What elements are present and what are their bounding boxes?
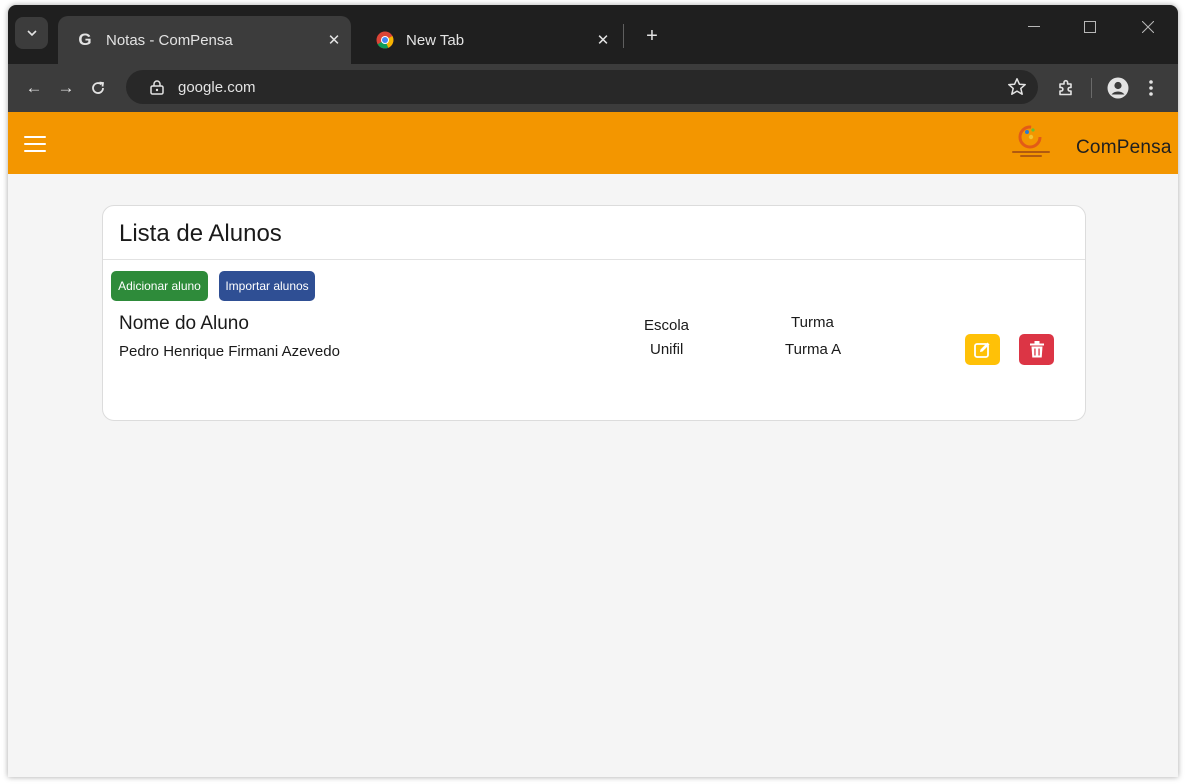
toolbar-divider <box>1091 78 1092 98</box>
card-title: Lista de Alunos <box>119 220 282 247</box>
tab-search-button[interactable] <box>15 17 48 49</box>
edit-student-button[interactable] <box>965 334 1000 365</box>
computacao-unifil-logo <box>1012 125 1050 157</box>
profile-button[interactable] <box>1106 76 1130 100</box>
address-bar[interactable]: google.com <box>126 70 1038 104</box>
forward-button[interactable]: → <box>54 76 78 100</box>
close-tab-icon[interactable]: ✕ <box>325 31 343 49</box>
browser-toolbar: ← → google.com <box>8 64 1178 112</box>
google-g-icon: G <box>78 30 92 49</box>
app-header: ComPensa <box>8 112 1178 174</box>
edit-icon <box>974 342 990 358</box>
add-student-button[interactable]: Adicionar aluno <box>111 271 208 301</box>
tab-strip: G Notas - ComPensa ✕ New Tab ✕ + <box>8 5 1178 64</box>
reload-button[interactable] <box>86 76 110 100</box>
more-vertical-icon <box>1149 80 1153 96</box>
maximize-button[interactable] <box>1072 13 1108 41</box>
trash-icon <box>1029 341 1044 358</box>
site-info-icon[interactable] <box>148 78 166 96</box>
plus-icon: + <box>646 24 658 47</box>
minimize-button[interactable] <box>1016 13 1052 41</box>
card-divider <box>103 259 1085 260</box>
student-class: Turma A <box>785 341 842 358</box>
tab-new-tab[interactable]: New Tab ✕ <box>358 16 620 64</box>
column-header-name: Nome do Aluno <box>119 313 249 334</box>
close-tab-icon[interactable]: ✕ <box>594 31 612 49</box>
students-card: Lista de Alunos Adicionar aluno Importar… <box>102 205 1086 421</box>
new-tab-button[interactable]: + <box>641 25 663 47</box>
chrome-icon <box>376 31 394 49</box>
extensions-button[interactable] <box>1054 76 1078 100</box>
puzzle-icon <box>1059 79 1072 96</box>
hamburger-menu-icon[interactable] <box>24 136 48 152</box>
url-text: google.com <box>178 78 256 96</box>
close-window-button[interactable] <box>1130 13 1166 41</box>
bookmark-star-icon[interactable] <box>1006 76 1028 98</box>
tab-separator <box>623 24 624 48</box>
reload-icon <box>92 81 105 94</box>
maximize-icon <box>1084 21 1096 33</box>
tab-title: Notas - ComPensa <box>106 31 233 49</box>
student-name: Pedro Henrique Firmani Azevedo <box>119 343 340 360</box>
delete-student-button[interactable] <box>1019 334 1054 365</box>
back-button[interactable]: ← <box>22 76 46 100</box>
arrow-left-icon: ← <box>25 78 43 97</box>
browser-window: G Notas - ComPensa ✕ New Tab ✕ + ← → goo… <box>8 5 1178 777</box>
minimize-icon <box>1028 26 1040 27</box>
chevron-down-icon <box>26 30 37 36</box>
student-school: Unifil <box>650 341 684 358</box>
column-header-school: Escola <box>644 317 690 334</box>
brand-name: ComPensa <box>1076 137 1172 158</box>
menu-button[interactable] <box>1139 76 1163 100</box>
tab-title: New Tab <box>406 31 465 49</box>
tab-notas[interactable]: G Notas - ComPensa ✕ <box>58 16 351 64</box>
arrow-right-icon: → <box>57 78 75 97</box>
avatar-icon <box>1107 77 1129 99</box>
import-students-button[interactable]: Importar alunos <box>219 271 315 301</box>
close-icon <box>1142 21 1154 33</box>
column-header-class: Turma <box>791 314 834 331</box>
